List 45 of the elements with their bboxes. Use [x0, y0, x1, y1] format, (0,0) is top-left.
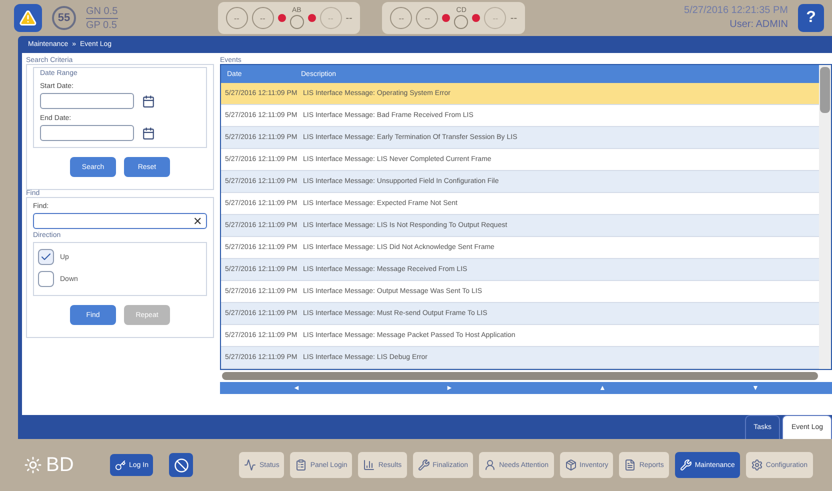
cancel-button[interactable]: [169, 453, 194, 478]
checkbox[interactable]: [38, 249, 54, 266]
bar-chart-icon: [363, 459, 376, 472]
user-label: User: ADMIN: [730, 18, 788, 32]
gp-value: GP 0.5: [86, 18, 118, 32]
person-icon: [484, 459, 496, 472]
alert-dot-icon: [308, 14, 316, 22]
sunburst-icon: [24, 456, 42, 474]
help-button[interactable]: ?: [798, 4, 824, 32]
datetime: 5/27/2016 12:21:35 PM: [684, 4, 788, 18]
box-icon: [564, 459, 577, 472]
clipboard-icon: [295, 459, 308, 472]
head-reading: --: [226, 7, 248, 30]
start-date-field[interactable]: [40, 93, 134, 110]
wrench-icon: [680, 459, 692, 472]
horizontal-scrollbar[interactable]: [222, 372, 818, 380]
checkbox[interactable]: [38, 271, 54, 288]
ring-icon: [454, 15, 468, 30]
vertical-scrollbar[interactable]: [819, 65, 831, 370]
wrench-icon: [418, 459, 430, 472]
alert-dot-icon: [472, 14, 480, 22]
count-badge: 55: [52, 6, 76, 30]
station-reading: --: [484, 7, 506, 30]
alert-dot-icon: [278, 14, 286, 22]
station-reading: --: [416, 7, 438, 30]
find-field[interactable]: ✕: [33, 213, 207, 230]
station-reading: --: [346, 12, 352, 24]
calendar-icon[interactable]: [142, 94, 155, 108]
station-reading: --: [252, 7, 274, 30]
head-reading: --: [390, 7, 412, 30]
station-reading: --: [510, 12, 518, 24]
ring-icon: [290, 15, 304, 30]
alert-button[interactable]: [14, 4, 42, 32]
gn-value: GN 0.5: [86, 4, 118, 19]
pulse-icon: [244, 459, 256, 472]
end-date-field[interactable]: [40, 125, 134, 142]
logo-text: BD: [46, 454, 74, 477]
prohibited-icon: [174, 458, 189, 473]
settings-icon: [750, 459, 763, 472]
alert-dot-icon: [442, 14, 450, 22]
calendar-icon[interactable]: [142, 126, 155, 140]
document-icon: [624, 459, 636, 472]
warning-icon: [19, 9, 37, 28]
station-reading: --: [320, 7, 342, 30]
key-icon: [115, 460, 126, 471]
